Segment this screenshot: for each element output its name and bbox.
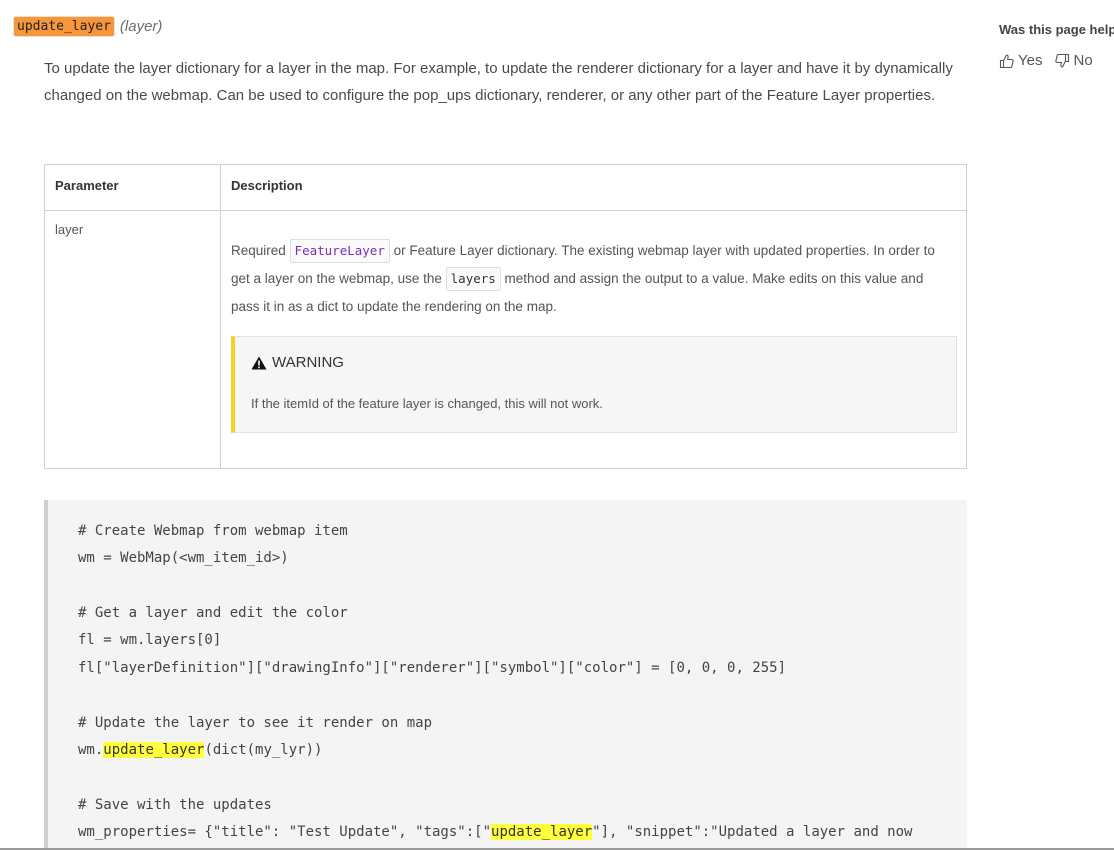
- header-parameter: Parameter: [55, 178, 119, 193]
- parameter-table: Parameter Description layer Required Fea…: [44, 164, 967, 469]
- no-button[interactable]: No: [1054, 52, 1093, 69]
- yes-label: Yes: [1018, 52, 1043, 69]
- code-example: # Create Webmap from webmap item wm = We…: [44, 500, 967, 850]
- warning-icon: [251, 356, 267, 369]
- search-highlight: update_layer: [103, 742, 205, 758]
- code-line: # Save with the updates: [78, 797, 272, 813]
- code-token: "], "snippet":"Updated a layer and now: [592, 824, 913, 840]
- code-token: (dict(my_lyr)): [204, 742, 323, 758]
- function-name: update_layer: [14, 16, 114, 36]
- intro-paragraph: To update the layer dictionary for a lay…: [44, 60, 953, 104]
- code-line: # Update the layer to see it render on m…: [78, 715, 433, 731]
- code-line: fl = wm.layers[0]: [78, 632, 222, 648]
- feedback-question: Was this page helpful?: [999, 22, 1114, 37]
- param-name: layer: [55, 222, 84, 237]
- search-highlight: update_layer: [491, 824, 593, 840]
- code-line: wm.update_layer(dict(my_lyr)): [78, 739, 322, 761]
- yes-button[interactable]: Yes: [999, 52, 1042, 69]
- column-divider: [220, 165, 221, 468]
- layers-code: layers: [445, 267, 501, 291]
- thumbs-up-icon: [999, 53, 1014, 68]
- param-description: Required FeatureLayer or Feature Layer d…: [231, 237, 951, 321]
- code-line: # Create Webmap from webmap item: [78, 523, 348, 539]
- warning-box: WARNING If the itemId of the feature lay…: [231, 336, 957, 433]
- desc-text-1: Required: [231, 243, 290, 258]
- code-token: wm.: [78, 742, 104, 758]
- code-line: wm_properties= {"title": "Test Update", …: [78, 821, 912, 843]
- header-description: Description: [231, 178, 303, 193]
- code-token: wm_properties= {"title": "Test Update", …: [78, 824, 492, 840]
- function-signature: update_layer (layer): [14, 14, 162, 38]
- feedback-widget: Was this page helpful? Yes No: [999, 22, 1114, 82]
- code-line: # Get a layer and edit the color: [78, 605, 348, 621]
- warning-text: If the itemId of the feature layer is ch…: [251, 396, 603, 411]
- featurelayer-link[interactable]: FeatureLayer: [289, 239, 390, 263]
- warning-title: WARNING: [251, 354, 344, 371]
- warning-title-text: WARNING: [272, 354, 344, 371]
- thumbs-down-icon: [1055, 53, 1070, 68]
- feedback-buttons: Yes No: [999, 52, 1093, 69]
- no-label: No: [1073, 52, 1093, 69]
- function-args: (layer): [119, 17, 163, 35]
- table-header-row: [45, 165, 966, 211]
- code-line: wm = WebMap(<wm_item_id>): [78, 550, 289, 566]
- code-line: fl["layerDefinition"]["drawingInfo"]["re…: [78, 660, 787, 676]
